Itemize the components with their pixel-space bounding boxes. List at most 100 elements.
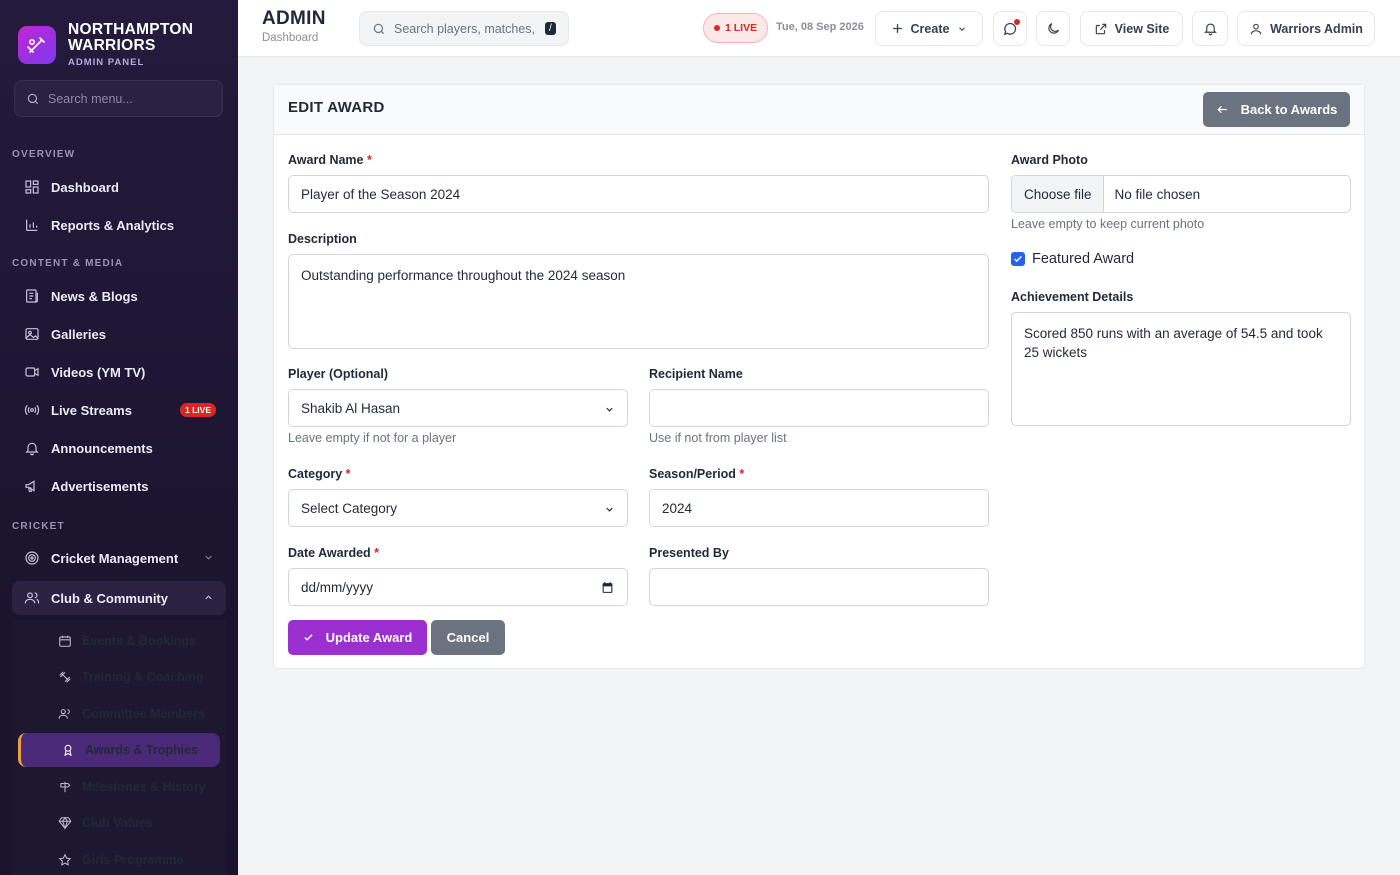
chevron-down-icon <box>957 24 967 34</box>
submenu-item-label: Events & Bookings <box>82 634 196 648</box>
notifications-button[interactable] <box>1192 11 1228 46</box>
sidebar-search-placeholder: Search menu... <box>48 91 133 106</box>
submenu-item-label: Training & Coaching <box>82 670 204 684</box>
submenu-item-label: Girls Programme <box>82 853 184 867</box>
create-button[interactable]: Create <box>875 11 983 46</box>
section-label-content: CONTENT & MEDIA <box>12 258 124 269</box>
recipient-label: Recipient Name <box>649 367 743 381</box>
breadcrumb: Dashboard <box>262 32 319 44</box>
dark-mode-toggle[interactable] <box>1036 11 1070 46</box>
sidebar-item-label: Galleries <box>51 326 106 342</box>
newspaper-icon <box>23 288 40 305</box>
submenu-item-label: Club Values <box>82 816 153 830</box>
back-button-label: Back to Awards <box>1240 102 1338 117</box>
player-help-text: Leave empty if not for a player <box>288 431 457 445</box>
live-pill-label: 1 LIVE <box>725 22 758 34</box>
search-icon <box>27 93 39 104</box>
award-name-label: Award Name * <box>288 153 372 167</box>
messages-button[interactable] <box>993 11 1027 46</box>
player-select-value: Shakib Al Hasan <box>301 400 401 416</box>
search-shortcut-key: / <box>545 22 556 35</box>
date-awarded-label: Date Awarded * <box>288 546 380 560</box>
sidebar-item-announcements[interactable]: Announcements <box>12 431 226 465</box>
sidebar-item-club-community[interactable]: Club & Community <box>12 581 226 615</box>
description-label: Description <box>288 232 357 246</box>
card-header: EDIT AWARD Back to Awards <box>274 85 1364 135</box>
recipient-name-input[interactable] <box>649 389 989 427</box>
description-textarea[interactable]: Outstanding performance throughout the 2… <box>288 254 989 349</box>
back-to-awards-button[interactable]: Back to Awards <box>1203 92 1350 127</box>
submenu-item-label: Committee Members <box>82 707 205 721</box>
calendar-icon[interactable] <box>601 581 614 594</box>
season-input[interactable]: 2024 <box>649 489 989 527</box>
megaphone-icon <box>23 478 40 495</box>
featured-award-checkbox[interactable] <box>1011 252 1025 266</box>
award-name-input[interactable]: Player of the Season 2024 <box>288 175 989 213</box>
submenu-item-girls[interactable]: Girls Programme <box>18 843 220 875</box>
sidebar-search-input[interactable]: Search menu... <box>14 80 223 117</box>
global-search-placeholder: Search players, matches, r <box>394 21 539 36</box>
submenu-item-awards[interactable]: Awards & Trophies <box>18 733 220 767</box>
user-name: Warriors Admin <box>1270 21 1363 36</box>
view-site-button[interactable]: View Site <box>1080 11 1183 46</box>
submenu-item-milestones[interactable]: Milestones & History <box>18 770 220 804</box>
presented-by-input[interactable] <box>649 568 989 606</box>
signpost-icon <box>58 780 72 794</box>
chevron-up-icon <box>203 591 214 606</box>
sidebar-item-dashboard[interactable]: Dashboard <box>12 170 226 204</box>
live-badge: 1 LIVE <box>180 403 216 417</box>
sidebar-item-label: Reports & Analytics <box>51 217 175 233</box>
submenu-item-label: Milestones & History <box>82 780 206 794</box>
brand-title-2: WARRIORS <box>68 37 156 54</box>
live-status-pill[interactable]: 1 LIVE <box>703 13 769 43</box>
grid-icon <box>23 179 40 196</box>
category-select-value: Select Category <box>301 500 398 516</box>
bell-icon <box>1203 21 1218 36</box>
dumbbell-icon <box>58 670 72 684</box>
sidebar-item-live-streams[interactable]: Live Streams 1 LIVE <box>12 393 226 427</box>
sidebar-item-videos[interactable]: Videos (YM TV) <box>12 355 226 389</box>
star-icon <box>58 853 72 867</box>
card-title: EDIT AWARD <box>288 99 385 116</box>
user-menu-button[interactable]: Warriors Admin <box>1237 11 1375 46</box>
user-icon <box>1249 22 1263 36</box>
date-placeholder: dd/mm/yyyy <box>301 579 374 595</box>
sidebar-item-reports[interactable]: Reports & Analytics <box>12 208 226 242</box>
live-dot-icon <box>714 25 720 31</box>
search-icon <box>373 23 385 34</box>
presented-by-label: Presented By <box>649 546 729 560</box>
chevron-down-icon <box>203 551 214 566</box>
submenu-item-training[interactable]: Training & Coaching <box>18 660 220 694</box>
sidebar-item-advertisements[interactable]: Advertisements <box>12 469 226 503</box>
award-icon <box>61 743 75 757</box>
sidebar-item-news[interactable]: News & Blogs <box>12 279 226 313</box>
sidebar-item-label: Dashboard <box>51 179 119 195</box>
submenu-item-committee[interactable]: Committee Members <box>18 697 220 731</box>
global-search-input[interactable]: Search players, matches, r / <box>359 11 569 46</box>
file-status-text: No file chosen <box>1114 186 1201 202</box>
current-date: Tue, 08 Sep 2026 <box>776 21 864 33</box>
chat-bubble-icon <box>1002 18 1020 37</box>
player-select[interactable]: Shakib Al Hasan <box>288 389 628 427</box>
achievement-details-textarea[interactable]: Scored 850 runs with an average of 54.5 … <box>1011 312 1351 426</box>
bell-icon <box>23 440 40 457</box>
sidebar-item-label: Announcements <box>51 440 153 456</box>
category-label: Category * <box>288 467 351 481</box>
sidebar-item-cricket-management[interactable]: Cricket Management <box>12 541 226 575</box>
cancel-button[interactable]: Cancel <box>431 620 505 655</box>
submenu-item-events[interactable]: Events & Bookings <box>18 624 220 658</box>
brand[interactable]: NORTHAMPTON WARRIORS ADMIN PANEL <box>0 0 238 72</box>
featured-award-row[interactable]: Featured Award <box>1011 251 1134 267</box>
date-awarded-input[interactable]: dd/mm/yyyy <box>288 568 628 606</box>
brand-title-1: NORTHAMPTON <box>68 21 194 38</box>
submenu-item-values[interactable]: Club Values <box>18 806 220 840</box>
create-button-label: Create <box>910 21 950 36</box>
award-photo-label: Award Photo <box>1011 153 1088 167</box>
brand-subtitle: ADMIN PANEL <box>68 57 145 68</box>
update-award-button[interactable]: Update Award <box>288 620 427 655</box>
category-select[interactable]: Select Category <box>288 489 628 527</box>
sidebar-item-galleries[interactable]: Galleries <box>12 317 226 351</box>
featured-award-label: Featured Award <box>1032 251 1135 267</box>
award-photo-file-input[interactable]: Choose file No file chosen <box>1011 175 1351 213</box>
choose-file-button[interactable]: Choose file <box>1012 176 1104 212</box>
